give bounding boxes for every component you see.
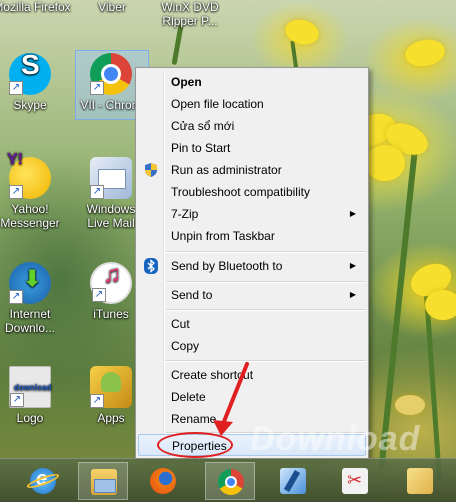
snipping-tool-icon: ✂ (342, 468, 368, 494)
bluetooth-icon (143, 258, 159, 274)
internet-explorer-icon: e (25, 468, 61, 494)
menu-separator (166, 251, 366, 253)
itunes-icon: ♫ ↗ (90, 262, 132, 304)
taskbar-firefox[interactable] (138, 462, 188, 500)
menu-item-troubleshoot-compatibility[interactable]: Troubleshoot compatibility (138, 181, 366, 203)
desktop-icon-label: Yahoo! Messenger (0, 202, 60, 230)
file-explorer-icon (91, 469, 117, 495)
menu-item-pin-to-start[interactable]: Pin to Start (138, 137, 366, 159)
taskbar-snipping-tool[interactable]: ✂ (330, 462, 380, 500)
menu-item-cut[interactable]: Cut (138, 313, 366, 335)
desktop-label-viber[interactable]: Viber (72, 0, 152, 14)
taskbar-internet-explorer[interactable]: e (18, 462, 68, 500)
firefox-icon (150, 468, 176, 494)
menu-item-open-file-location[interactable]: Open file location (138, 93, 366, 115)
menu-item-7zip[interactable]: 7-Zip ▶ (138, 203, 366, 225)
chrome-icon (218, 469, 244, 495)
menu-item-copy[interactable]: Copy (138, 335, 366, 357)
watermark: Download (250, 420, 421, 458)
taskbar-chrome[interactable] (205, 462, 255, 500)
menu-item-open[interactable]: Open (138, 71, 366, 93)
desktop-label-winx[interactable]: WinX DVD Ripper P... (150, 0, 230, 28)
skype-icon: S ↗ (9, 51, 51, 95)
chrome-icon: ↗ (90, 53, 132, 95)
desktop-icon-label: Skype (13, 98, 47, 112)
taskbar-file-explorer[interactable] (78, 462, 128, 500)
internet-download-manager-icon: ⬇ ↗ (9, 262, 51, 304)
menu-separator (166, 281, 366, 283)
taskbar-live-writer[interactable] (268, 462, 318, 500)
menu-item-send-to[interactable]: Send to ▶ (138, 284, 366, 306)
menu-item-send-by-bluetooth[interactable]: Send by Bluetooth to ▶ (138, 255, 366, 277)
apps-icon: ↗ (90, 366, 132, 408)
uac-shield-icon (143, 162, 159, 178)
menu-item-unpin-from-taskbar[interactable]: Unpin from Taskbar (138, 225, 366, 247)
menu-separator (166, 360, 366, 362)
submenu-arrow-icon: ▶ (349, 261, 356, 270)
desktop-icon-skype[interactable]: S ↗ Skype (0, 51, 66, 112)
desktop-icon-idm[interactable]: ⬇ ↗ Internet Downlo... (0, 262, 66, 335)
menu-separator (166, 309, 366, 311)
folder-icon (407, 468, 433, 494)
desktop-icon-logo[interactable]: download ↗ Logo (0, 366, 66, 425)
yahoo-messenger-icon: Y! ↗ (7, 152, 51, 199)
taskbar-folder[interactable] (395, 462, 445, 500)
desktop-label-firefox[interactable]: Mozilla Firefox (0, 0, 72, 14)
desktop-icon-label: Logo (16, 411, 44, 425)
submenu-arrow-icon: ▶ (349, 209, 356, 218)
menu-item-new-window[interactable]: Cửa sổ mới (138, 115, 366, 137)
taskbar: e ✂ (0, 458, 456, 502)
desktop-icon-yahoo[interactable]: Y! ↗ Yahoo! Messenger (0, 152, 66, 231)
windows-live-mail-icon: ↗ (90, 157, 132, 199)
windows-live-writer-icon (280, 468, 306, 494)
submenu-arrow-icon: ▶ (349, 290, 356, 299)
logo-file-icon: download ↗ (9, 366, 51, 408)
pointer-arrow-annotation (213, 362, 249, 436)
menu-item-run-as-administrator[interactable]: Run as administrator (138, 159, 366, 181)
desktop-icon-label: Internet Downlo... (4, 307, 56, 335)
